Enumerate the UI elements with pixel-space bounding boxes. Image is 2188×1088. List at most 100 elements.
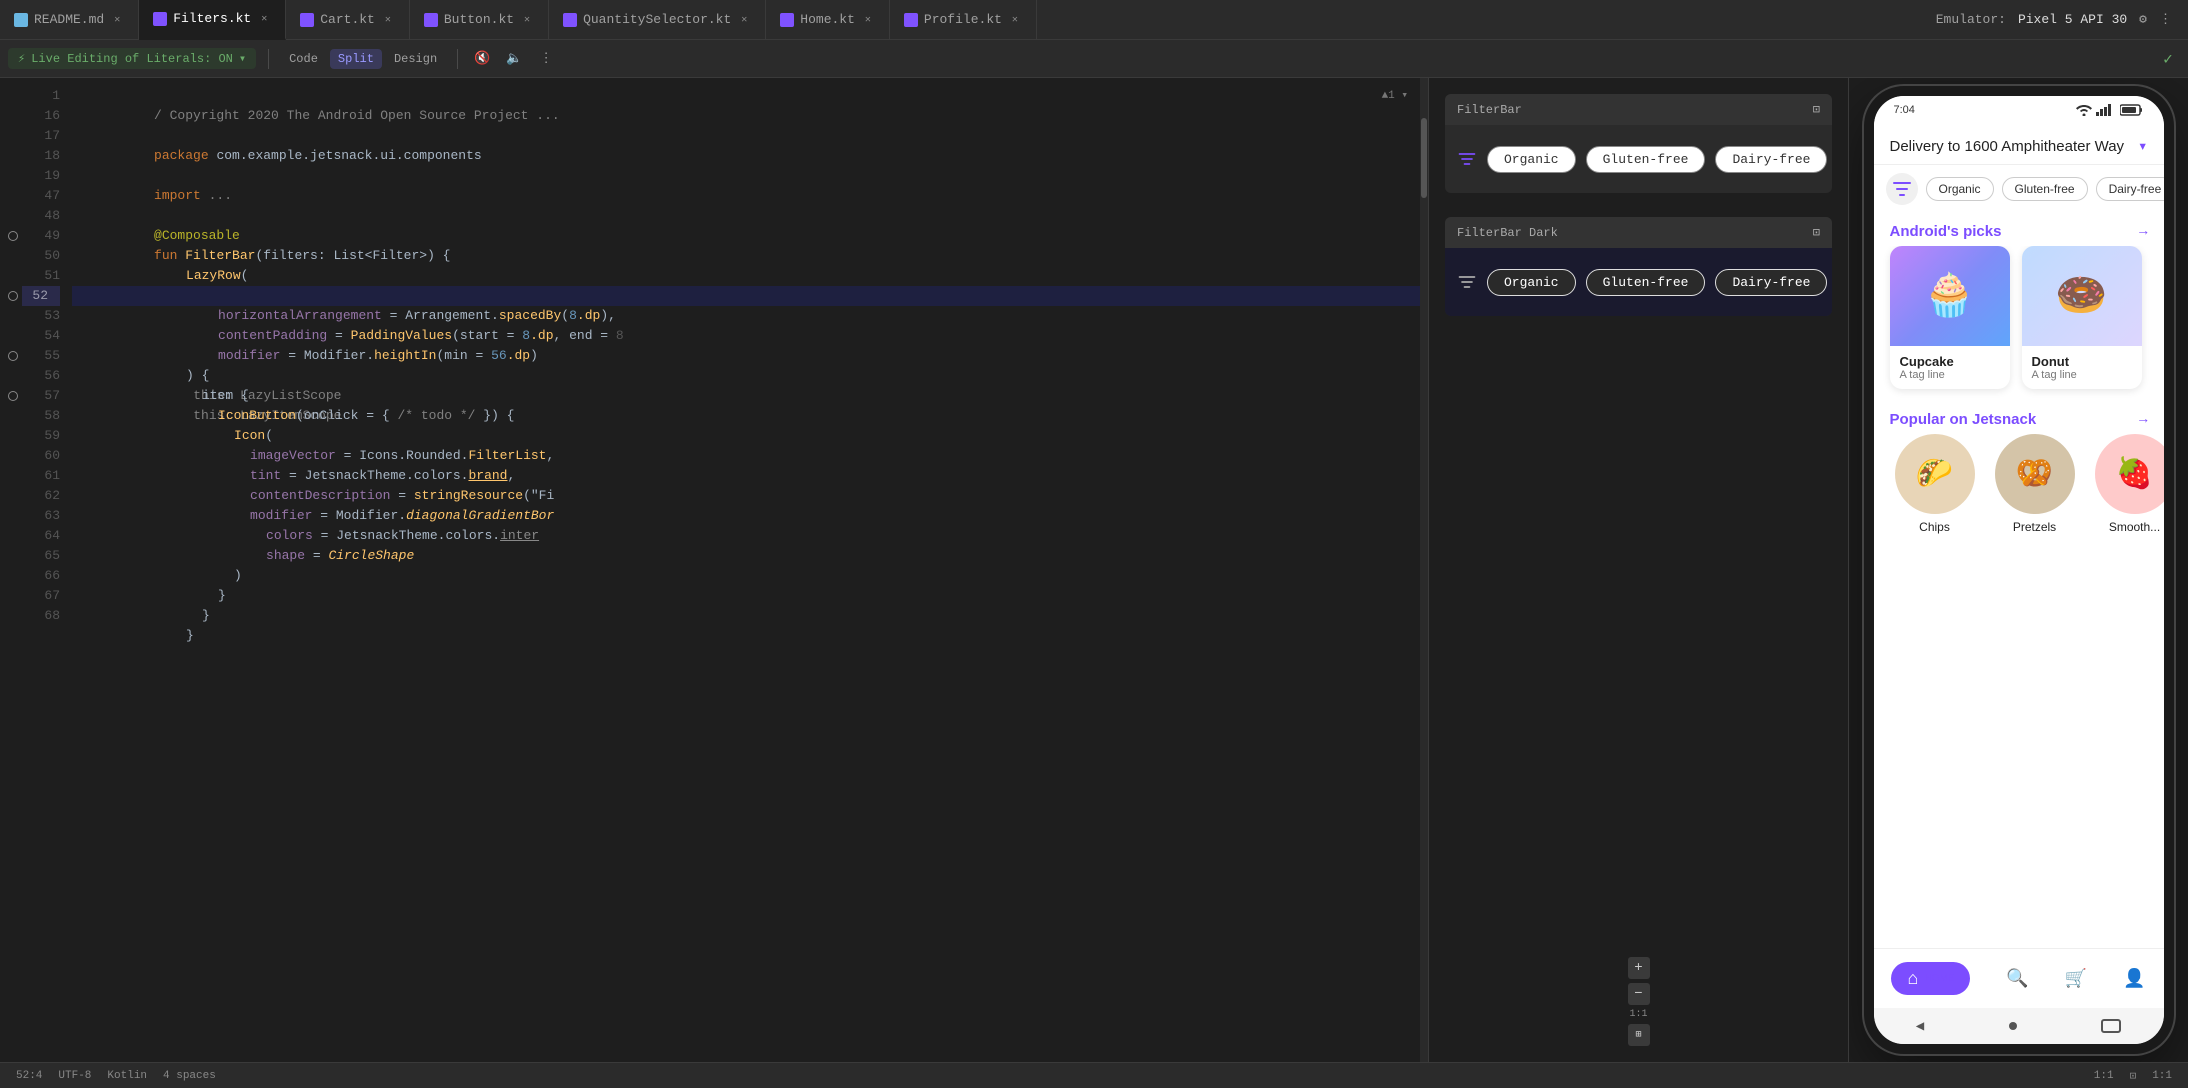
fit-screen-button[interactable]: ⊞	[1628, 1024, 1650, 1046]
file-type: Kotlin	[107, 1070, 147, 1082]
line-num-54: 54	[22, 326, 60, 346]
filterbar-body: Organic Gluten-free Dairy-free (	[1445, 125, 1832, 193]
code-editor[interactable]: 1 16 17 18 19 47 48 49 50 51 52 53 54 55…	[0, 78, 1428, 1062]
androids-picks-arrow[interactable]: →	[2139, 224, 2147, 240]
line-numbers: 1 16 17 18 19 47 48 49 50 51 52 53 54 55…	[22, 78, 72, 1062]
gutter-60	[0, 446, 22, 466]
preview-icon[interactable]: ⊡	[1813, 102, 1820, 117]
tab-filters-close[interactable]: ✕	[257, 12, 271, 26]
nav-cart[interactable]: 🛒	[2065, 968, 2087, 990]
pretzels-card[interactable]: 🥨 Pretzels	[1990, 434, 2080, 534]
tab-profile-label: Profile.kt	[924, 12, 1002, 27]
filter-icon-dark[interactable]	[1457, 266, 1477, 298]
delivery-arrow-icon[interactable]: ▾	[2138, 136, 2148, 156]
tab-home-label: Home.kt	[800, 12, 855, 27]
tab-profile[interactable]: Profile.kt ✕	[890, 0, 1037, 40]
donut-tag: A tag line	[2032, 369, 2132, 381]
code-line-18	[72, 146, 1428, 166]
chip-gluten-light[interactable]: Gluten-free	[1586, 146, 1706, 173]
code-line-55: ) { this: LazyListScope	[72, 346, 1428, 366]
audio-icon[interactable]: 🔈	[502, 47, 526, 71]
cupcake-image: 🧁	[1890, 246, 2010, 346]
zoom-right-label: 1:1	[2152, 1070, 2172, 1082]
phone-chip-gluten[interactable]: Gluten-free	[2002, 177, 2088, 201]
content-spacer	[1874, 546, 2164, 948]
toolbar: ⚡ Live Editing of Literals: ON ▾ Code Sp…	[0, 40, 2188, 78]
code-mode-button[interactable]: Code	[281, 49, 326, 69]
settings-icon[interactable]: ⚙	[2139, 12, 2147, 27]
layout-icon[interactable]: ⊡	[2130, 1069, 2137, 1083]
smoothie-card[interactable]: 🍓 Smooth...	[2090, 434, 2164, 534]
gutter-50	[0, 246, 22, 266]
tab-readme-close[interactable]: ✕	[110, 13, 124, 27]
live-editing-dropdown[interactable]: ▾	[239, 51, 246, 66]
nav-home[interactable]: ⌂ HOME	[1891, 962, 1970, 995]
tab-quantity[interactable]: QuantitySelector.kt ✕	[549, 0, 766, 40]
cupcake-card[interactable]: 🧁 Cupcake A tag line	[1890, 246, 2010, 389]
phone-chip-organic[interactable]: Organic	[1926, 177, 1994, 201]
popular-title: Popular on Jetsnack	[1890, 411, 2037, 428]
cupcake-info: Cupcake A tag line	[1890, 346, 2010, 389]
code-line-48: @Composable	[72, 206, 1428, 226]
nav-search[interactable]: 🔍	[2006, 968, 2028, 990]
tab-button[interactable]: Button.kt ✕	[410, 0, 549, 40]
gutter-59	[0, 426, 22, 446]
tab-home[interactable]: Home.kt ✕	[766, 0, 890, 40]
delivery-header[interactable]: Delivery to 1600 Amphitheater Way ▾	[1874, 124, 2164, 165]
popular-arrow[interactable]: →	[2139, 412, 2147, 428]
line-num-59: 59	[22, 426, 60, 446]
chip-gluten-dark[interactable]: Gluten-free	[1586, 269, 1706, 296]
filters-icon	[153, 12, 167, 26]
toolbar-separator-1	[268, 49, 269, 69]
preview-dark-icon[interactable]: ⊡	[1813, 225, 1820, 240]
chip-organic-dark[interactable]: Organic	[1487, 269, 1576, 296]
gutter-65	[0, 546, 22, 566]
filter-icon-light[interactable]	[1457, 143, 1477, 175]
design-mode-button[interactable]: Design	[386, 49, 445, 69]
code-line-59: imageVector = Icons.Rounded.FilterList,	[72, 426, 1428, 446]
phone-time: 7:04	[1894, 104, 1915, 116]
gutter-62	[0, 486, 22, 506]
tab-profile-close[interactable]: ✕	[1008, 13, 1022, 27]
code-line-53: contentPadding = PaddingValues(start = 8…	[72, 306, 1428, 326]
editor-scrollbar[interactable]	[1420, 78, 1428, 1062]
chip-organic-light[interactable]: Organic	[1487, 146, 1576, 173]
tab-button-close[interactable]: ✕	[520, 13, 534, 27]
split-mode-button[interactable]: Split	[330, 49, 382, 69]
bottom-right: 1:1 ⊡ 1:1	[2094, 1069, 2172, 1083]
tab-home-close[interactable]: ✕	[861, 13, 875, 27]
zoom-in-button[interactable]: +	[1628, 957, 1650, 979]
chips-card[interactable]: 🌮 Chips	[1890, 434, 1980, 534]
chip-dairy-light[interactable]: Dairy-free	[1715, 146, 1827, 173]
scrollbar-thumb[interactable]	[1421, 118, 1427, 198]
phone-filter-icon[interactable]	[1886, 173, 1918, 205]
line-num-68: 68	[22, 606, 60, 626]
volume-icon[interactable]: 🔇	[470, 47, 494, 71]
live-editing-toggle[interactable]: ⚡ Live Editing of Literals: ON ▾	[8, 48, 256, 69]
fold-circle-52	[8, 291, 18, 301]
tab-cart-close[interactable]: ✕	[381, 13, 395, 27]
tab-readme[interactable]: README.md ✕	[0, 0, 139, 40]
check-icon[interactable]: ✓	[2156, 47, 2180, 71]
back-arrow[interactable]: ◀	[1916, 1018, 1924, 1035]
tab-cart[interactable]: Cart.kt ✕	[286, 0, 410, 40]
phone-chip-dairy[interactable]: Dairy-free	[2096, 177, 2164, 201]
tab-quantity-close[interactable]: ✕	[737, 13, 751, 27]
more-options-icon[interactable]: ⋮	[534, 47, 558, 71]
donut-image: 🍩	[2022, 246, 2142, 346]
nav-profile[interactable]: 👤	[2123, 968, 2145, 990]
tab-filters[interactable]: Filters.kt ✕	[139, 0, 286, 40]
code-line-58: Icon(	[72, 406, 1428, 426]
nav-home-btn[interactable]: ⌂ HOME	[1891, 962, 1970, 995]
line-num-16: 16	[22, 106, 60, 126]
chip-dairy-dark[interactable]: Dairy-free	[1715, 269, 1827, 296]
zoom-out-button[interactable]: −	[1628, 983, 1650, 1005]
home-dot[interactable]	[2009, 1022, 2017, 1030]
code-line-50: LazyRow(	[72, 246, 1428, 266]
donut-card[interactable]: 🍩 Donut A tag line	[2022, 246, 2142, 389]
code-content[interactable]: / Copyright 2020 The Android Open Source…	[72, 78, 1428, 1062]
recents-rect[interactable]	[2101, 1019, 2121, 1033]
code-line-64: shape = CircleShape	[72, 526, 1428, 546]
more-icon[interactable]: ⋮	[2159, 12, 2172, 27]
smoothie-name: Smooth...	[2109, 520, 2160, 534]
